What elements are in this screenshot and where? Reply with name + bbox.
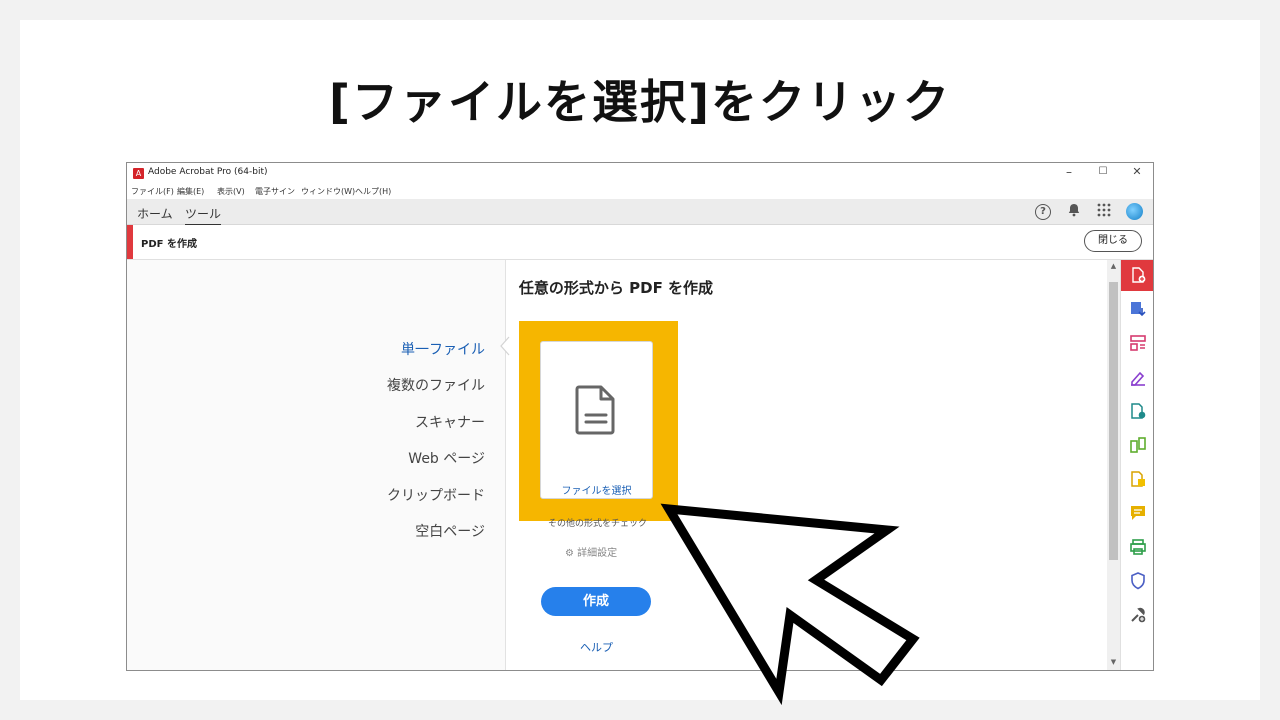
mouse-cursor-arrow-icon	[660, 503, 920, 706]
